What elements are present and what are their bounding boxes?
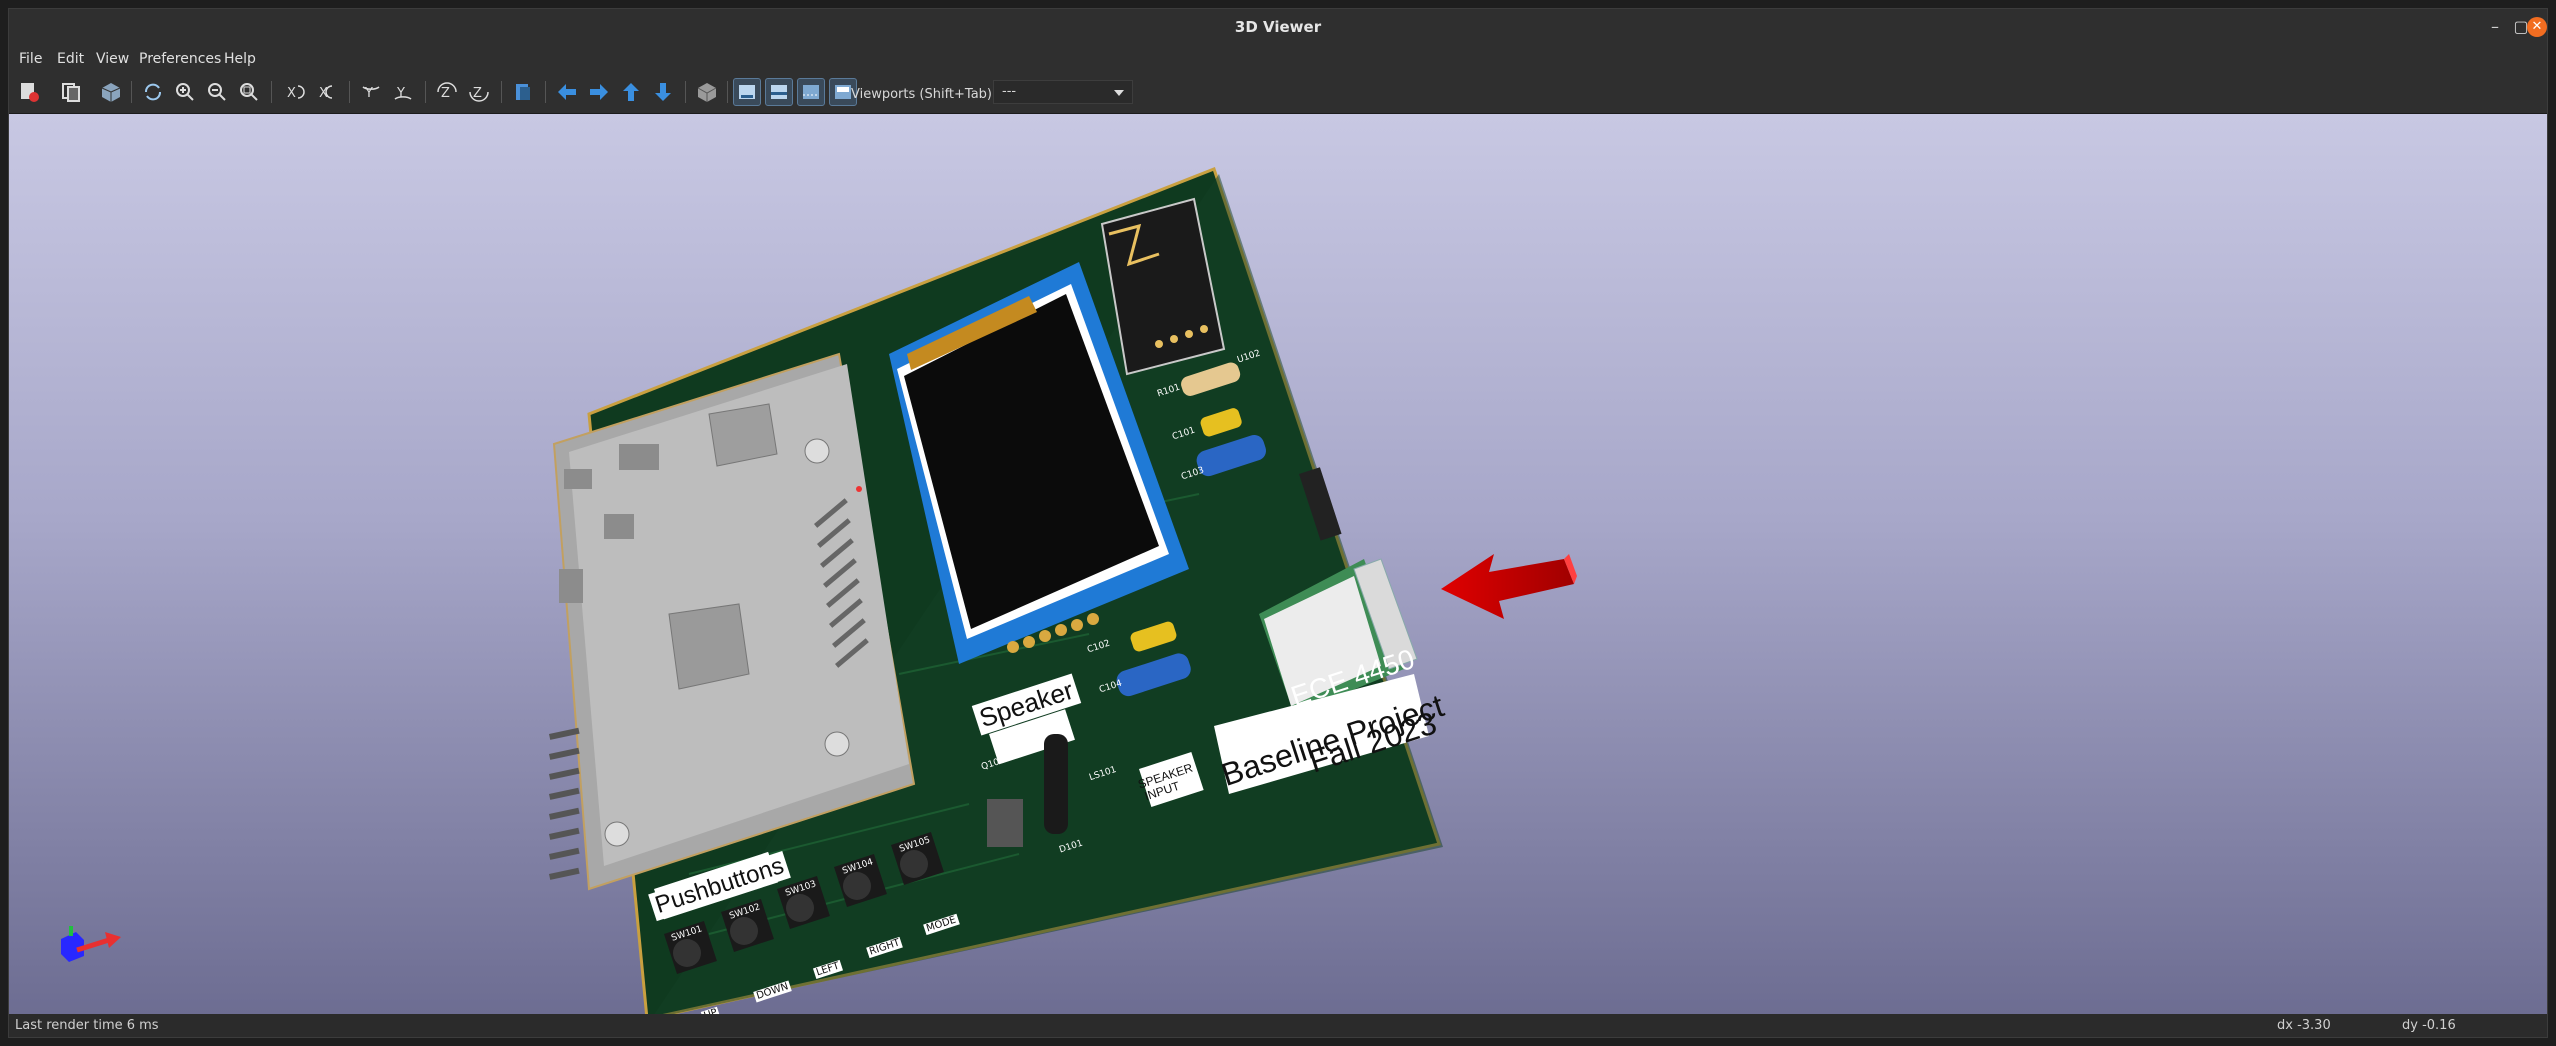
pan-down-icon[interactable]: [649, 78, 677, 106]
copy-icon[interactable]: [57, 78, 85, 106]
rotate-y-ccw-icon[interactable]: Y: [389, 78, 417, 106]
menu-file[interactable]: File: [19, 51, 42, 67]
board-render: [61, 167, 1577, 1014]
svg-text:Y: Y: [396, 86, 405, 101]
layers-preset-2-icon[interactable]: [797, 78, 825, 106]
menu-preferences[interactable]: Preferences: [139, 51, 221, 67]
render-mode-icon[interactable]: [97, 78, 125, 106]
viewer-window: 3D Viewer – ▢ ✕ File Edit View Preferenc…: [8, 8, 2548, 1038]
minimize-button[interactable]: –: [2485, 17, 2505, 37]
menu-view[interactable]: View: [96, 51, 129, 67]
pan-left-icon[interactable]: [553, 78, 581, 106]
flip-board-icon[interactable]: [509, 78, 537, 106]
close-button[interactable]: ✕: [2527, 17, 2547, 37]
zoom-out-icon[interactable]: [203, 78, 231, 106]
axis-gizmo: [61, 926, 121, 962]
pan-up-icon[interactable]: [617, 78, 645, 106]
3d-canvas[interactable]: Speaker Pushbuttons SPEAKER INPUT ECE 44…: [9, 114, 2547, 1014]
layers-display-icon[interactable]: [733, 78, 761, 106]
window-title: 3D Viewer: [1234, 18, 1322, 36]
dy-readout: dy -0.16: [2402, 1018, 2456, 1033]
svg-text:Z: Z: [473, 86, 482, 101]
red-arrow-marker: [1441, 554, 1577, 619]
menu-bar: File Edit View Preferences Help: [9, 45, 2547, 71]
export-image-icon[interactable]: [15, 78, 43, 106]
toolbar: X X Y Y Z Z Viewports (Shift+Tab): ---: [9, 71, 2547, 114]
rotate-x-cw-icon[interactable]: X: [281, 78, 309, 106]
layers-preset-1-icon[interactable]: [765, 78, 793, 106]
rotate-z-cw-icon[interactable]: Z: [433, 78, 461, 106]
pan-right-icon[interactable]: [585, 78, 613, 106]
rotate-x-ccw-icon[interactable]: X: [313, 78, 341, 106]
reload-icon[interactable]: [139, 78, 167, 106]
dx-readout: dx -3.30: [2277, 1018, 2331, 1033]
title-bar: 3D Viewer – ▢ ✕: [9, 9, 2547, 45]
menu-edit[interactable]: Edit: [57, 51, 84, 67]
viewports-label: Viewports (Shift+Tab):: [851, 87, 997, 102]
svg-text:Z: Z: [441, 86, 450, 101]
viewports-value: ---: [1002, 84, 1017, 99]
menu-help[interactable]: Help: [224, 51, 256, 67]
orthographic-icon[interactable]: [693, 78, 721, 106]
chevron-down-icon: [1114, 90, 1124, 96]
rotate-z-ccw-icon[interactable]: Z: [465, 78, 493, 106]
render-time-status: Last render time 6 ms: [15, 1018, 159, 1033]
zoom-fit-icon[interactable]: [235, 78, 263, 106]
viewports-dropdown[interactable]: ---: [993, 80, 1133, 104]
zoom-in-icon[interactable]: [171, 78, 199, 106]
status-bar: Last render time 6 ms dx -3.30 dy -0.16: [9, 1014, 2547, 1037]
rotate-y-cw-icon[interactable]: Y: [357, 78, 385, 106]
svg-text:X: X: [287, 86, 296, 101]
